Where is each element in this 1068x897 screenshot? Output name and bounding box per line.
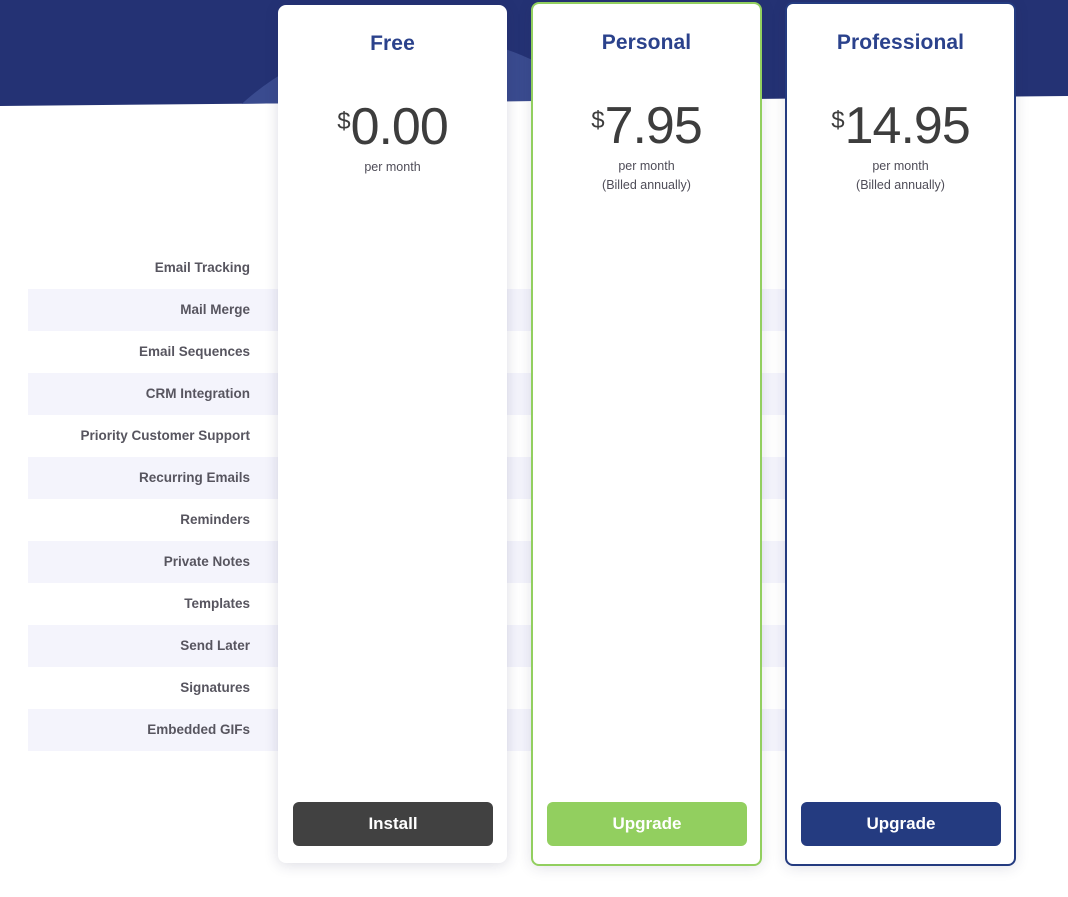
feature-value-professional: Unlimited xyxy=(850,470,908,486)
feature-value-personal: Unlimited xyxy=(596,260,654,276)
feature-label: Templates xyxy=(184,596,250,612)
table-row: Private Notes 5 emails / month Unlimited… xyxy=(28,541,1014,583)
banner-graphic xyxy=(0,0,1068,106)
table-row: Templates 5 Templates ( Max.) Unlimited … xyxy=(28,583,1014,625)
currency-symbol: $ xyxy=(337,108,351,135)
feature-label: Mail Merge xyxy=(180,302,250,318)
feature-value-personal: Not included xyxy=(587,302,663,318)
table-row: Mail Merge Not included Not included Unl… xyxy=(28,289,1014,331)
feature-value-professional: Unlimited xyxy=(850,428,908,444)
feature-label: Email Sequences xyxy=(138,344,250,360)
install-button[interactable]: Install xyxy=(293,802,493,846)
table-row: Email Sequences Not included Not include… xyxy=(28,331,1014,373)
table-row: Priority Customer Support Not included N… xyxy=(28,415,1014,457)
per-month-label-personal: per month xyxy=(618,159,675,173)
per-month-label-free: per month xyxy=(364,160,421,174)
feature-value-professional: Unlimited xyxy=(850,638,908,654)
feature-value-free: Unlimited xyxy=(353,722,411,738)
feature-value-professional: Unlimited xyxy=(850,596,908,612)
table-row: Send Later 5 emails / month Unlimited Un… xyxy=(28,625,1014,667)
feature-value-personal: Unlimited xyxy=(596,680,654,696)
feature-value-personal: Unlimited xyxy=(596,470,654,486)
feature-value-professional: Unlimited xyxy=(850,680,908,696)
feature-value-professional: Unlimited xyxy=(850,512,908,528)
table-row: Recurring Emails Not included Unlimited … xyxy=(28,457,1014,499)
feature-label: Priority Customer Support xyxy=(80,428,250,444)
feature-value-free: Not included xyxy=(344,302,420,318)
feature-label: Reminders xyxy=(180,512,250,528)
feature-value-professional: Unlimited xyxy=(850,722,908,738)
feature-value-free: Not included xyxy=(344,344,420,360)
feature-value-free: 5 emails / month xyxy=(329,554,435,570)
table-row: CRM Integration Not included Not include… xyxy=(28,373,1014,415)
feature-value-free: Not included xyxy=(344,428,420,444)
feature-value-personal: Not included xyxy=(587,428,663,444)
feature-value-personal: Not included xyxy=(587,386,663,402)
feature-value-personal: Unlimited xyxy=(596,596,654,612)
feature-value-professional: Unlimited xyxy=(850,386,908,402)
feature-value-free: 5 Signatures (Max.) xyxy=(323,680,441,696)
feature-value-personal: Unlimited xyxy=(596,512,654,528)
table-row: Reminders 5 emails / month Unlimited Unl… xyxy=(28,499,1014,541)
feature-value-personal: Unlimited xyxy=(596,722,654,738)
feature-value-professional: Unlimited xyxy=(850,554,908,570)
feature-table: Email Tracking 5 emails / month Unlimite… xyxy=(28,247,1014,751)
table-row: Embedded GIFs Unlimited Unlimited Unlimi… xyxy=(28,709,1014,751)
feature-value-free: Not included xyxy=(344,470,420,486)
feature-label: Signatures xyxy=(180,680,250,696)
pricing-page: Email Tracking 5 emails / month Unlimite… xyxy=(0,0,1068,897)
feature-value-free: 5 emails / month xyxy=(329,512,435,528)
feature-value-professional: Unlimited xyxy=(850,302,908,318)
currency-symbol: $ xyxy=(831,107,845,134)
feature-value-free: Not included xyxy=(344,386,420,402)
table-row: Email Tracking 5 emails / month Unlimite… xyxy=(28,247,1014,289)
header-banner xyxy=(0,0,1068,112)
feature-label: Email Tracking xyxy=(154,260,250,276)
feature-value-free: 5 emails / month xyxy=(329,638,435,654)
currency-symbol: $ xyxy=(591,107,605,134)
feature-label: Embedded GIFs xyxy=(147,722,250,738)
upgrade-button-personal[interactable]: Upgrade xyxy=(547,802,747,846)
feature-value-personal: Unlimited xyxy=(596,638,654,654)
billed-note-personal: (Billed annually) xyxy=(602,178,691,192)
per-month-label-professional: per month xyxy=(872,159,929,173)
feature-label: Recurring Emails xyxy=(138,470,250,486)
feature-label: Private Notes xyxy=(163,554,250,570)
billed-note-professional: (Billed annually) xyxy=(856,178,945,192)
feature-value-professional: Unlimited xyxy=(850,344,908,360)
feature-label: Send Later xyxy=(180,638,250,654)
feature-value-professional: Unlimited xyxy=(850,260,908,276)
feature-value-personal: Unlimited xyxy=(596,554,654,570)
feature-value-personal: Not included xyxy=(587,344,663,360)
table-row: Signatures 5 Signatures (Max.) Unlimited… xyxy=(28,667,1014,709)
feature-value-free: 5 Templates ( Max.) xyxy=(322,596,442,612)
upgrade-button-professional[interactable]: Upgrade xyxy=(801,802,1001,846)
feature-value-free: 5 emails / month xyxy=(329,260,435,276)
feature-label: CRM Integration xyxy=(145,386,250,402)
